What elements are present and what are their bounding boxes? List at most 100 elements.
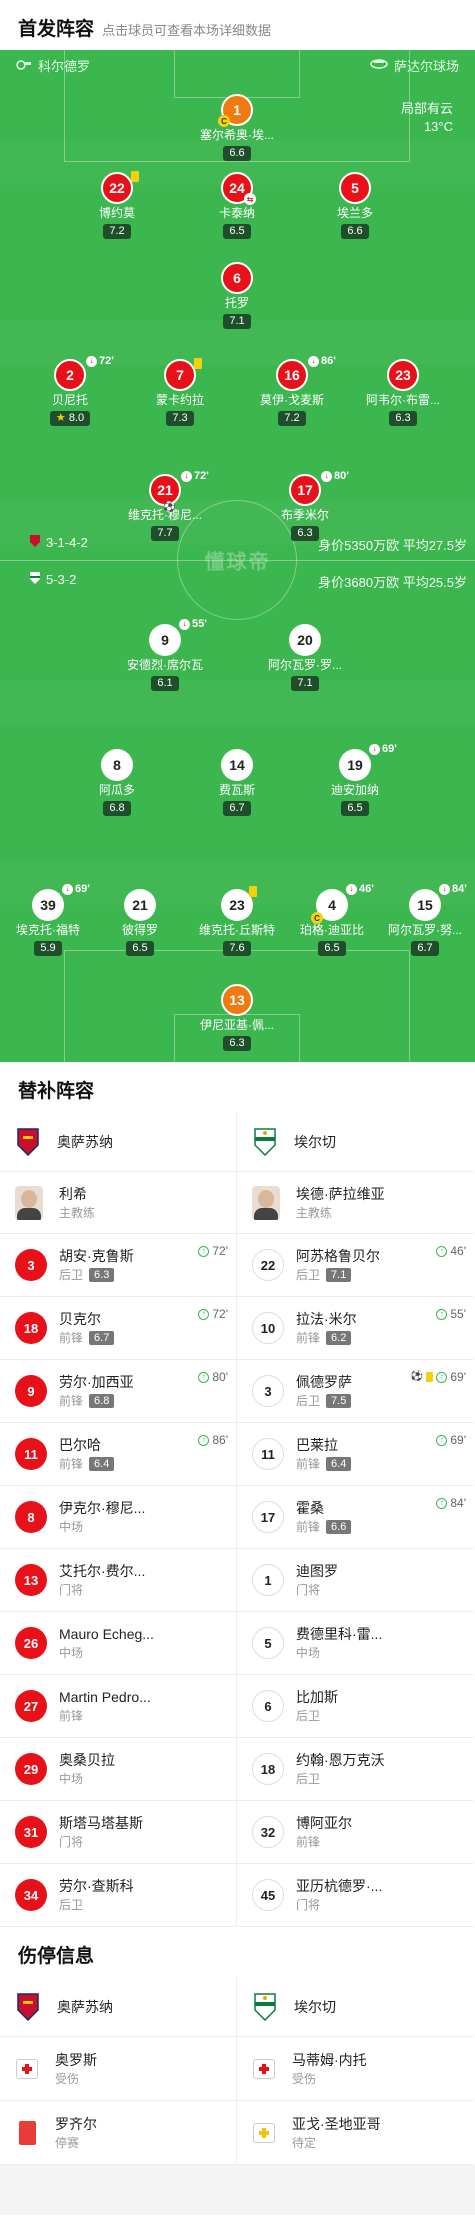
injury-icon [15, 2120, 39, 2145]
sub-player-row[interactable]: 31 斯塔马塔基斯 门将 [0, 1801, 236, 1864]
sub-player-row[interactable]: 8 伊克尔·穆尼... 中场 [0, 1486, 236, 1549]
injured-player-name: 马蒂姆·内托 [292, 2051, 367, 2068]
sub-player-row[interactable]: 1 迪图罗 门将 [237, 1549, 474, 1612]
sub-player-row[interactable]: 34 劳尔·查斯科 后卫 [0, 1864, 236, 1927]
pitch-player[interactable]: 13 伊尼亚基·佩... 6.3 [187, 984, 287, 1051]
home-team-row[interactable]: 奥萨苏纳 [0, 1977, 236, 2037]
sub-player-name: 亚历杭德罗·... [296, 1878, 383, 1894]
pitch-player[interactable]: 19 ↓ 69' 迪安加纳 6.5 [305, 743, 405, 816]
sub-player-row[interactable]: 10 拉法·米尔 前锋 6.2 ↑ 55' [237, 1297, 474, 1360]
sub-player-name: 伊克尔·穆尼... [59, 1500, 146, 1516]
home-team-row[interactable]: 奥萨苏纳 [0, 1112, 236, 1172]
sub-player-row[interactable]: 26 Mauro Echeg... 中场 [0, 1612, 236, 1675]
injury-row[interactable]: 奥罗斯 受伤 [0, 2037, 236, 2101]
elche-mini-crest-icon [30, 572, 40, 587]
pitch-player[interactable]: 21 ↓ 72' ⚽ 维克托·穆尼... 7.7 [115, 470, 215, 541]
sub-player-meta: 中场 [296, 1645, 404, 1661]
sub-position: 后卫 [296, 1394, 321, 1408]
pitch-player[interactable]: 7 蒙卡约拉 7.3 [130, 358, 230, 426]
pitch-player[interactable]: 5 埃兰多 6.6 [305, 172, 405, 239]
pitch-player[interactable]: 14 费瓦斯 6.7 [187, 749, 287, 816]
sub-player-row[interactable]: 18 约翰·恩万克沃 后卫 [237, 1738, 474, 1801]
sub-player-row[interactable]: 13 艾托尔·费尔... 门将 [0, 1549, 236, 1612]
sub-player-row[interactable]: 9 劳尔·加西亚 前锋 6.8 ↑ 80' [0, 1360, 236, 1423]
elche-crest-icon [252, 1127, 278, 1157]
sub-on-icon: ↑ [198, 1245, 210, 1257]
sub-position: 后卫 [296, 1268, 321, 1282]
sub-player-row[interactable]: 3 佩德罗萨 后卫 7.5 ⚽ ↑ 69' [237, 1360, 474, 1423]
red-card-icon [18, 2120, 36, 2145]
injury-status: 受伤 [55, 2071, 80, 2086]
medical-kit-icon [253, 2122, 275, 2143]
sub-player-row[interactable]: 29 奥桑贝拉 中场 [0, 1738, 236, 1801]
sub-player-row[interactable]: 17 霍桑 前锋 6.6 ↑ 84' [237, 1486, 474, 1549]
sub-player-row[interactable]: 5 费德里科·雷... 中场 [237, 1612, 474, 1675]
sub-player-row[interactable]: 6 比加斯 后卫 [237, 1675, 474, 1738]
player-rating: 6.3 [291, 526, 319, 541]
sub-player-row[interactable]: 11 巴尔哈 前锋 6.4 ↑ 86' [0, 1423, 236, 1486]
sub-off-icon: ↓ [439, 883, 450, 895]
injury-icon [252, 2057, 276, 2081]
sub-player-row[interactable]: 32 博阿亚尔 前锋 [237, 1801, 474, 1864]
sub-player-meta: 后卫 [296, 1708, 404, 1724]
pitch-player[interactable]: 2 ↓ 72' 贝尼托 ★ 8.0 [20, 355, 120, 426]
sub-player-row[interactable]: 27 Martin Pedro... 前锋 [0, 1675, 236, 1738]
away-team-row[interactable]: 埃尔切 [237, 1112, 474, 1172]
pitch-player[interactable]: 4 ↓ 46' C 珀格·迪亚比 6.5 [282, 883, 382, 956]
injury-row[interactable]: 亚戈·圣地亚哥 待定 [237, 2101, 474, 2165]
sub-on-event: ↑ 55' [436, 1307, 466, 1321]
sub-rating: 6.4 [326, 1457, 352, 1471]
home-team-name: 科尔德罗 [38, 59, 91, 74]
player-number-badge: 21 ↓ 72' ⚽ [149, 470, 209, 513]
pitch-player[interactable]: 6 托罗 7.1 [187, 262, 287, 329]
pitch-player[interactable]: 1 C 塞尔希奥·埃... 6.6 [187, 94, 287, 161]
injury-icon [252, 2121, 276, 2145]
sub-number-badge: 6 [252, 1690, 284, 1722]
away-coach-row[interactable]: 埃德·萨拉维亚 主教练 [237, 1172, 474, 1234]
pitch-player[interactable]: 23 维克托·丘斯特 7.6 [187, 886, 287, 956]
player-name: 莫伊·戈麦斯 [260, 393, 324, 407]
sub-number-badge: 32 [252, 1816, 284, 1848]
sub-player-meta: 前锋 6.4 [296, 1456, 404, 1472]
player-number: 4 [328, 897, 336, 913]
sub-player-meta: 门将 [59, 1582, 167, 1598]
pitch-player[interactable]: 8 阿瓜多 6.8 [67, 749, 167, 816]
player-name: 贝尼托 [51, 393, 88, 407]
sub-position: 中场 [59, 1772, 84, 1786]
dongqiudi-watermark: 懂球帝 [204, 551, 271, 574]
home-coach-row[interactable]: 利希 主教练 [0, 1172, 236, 1234]
pitch-player[interactable]: 22 博约莫 7.2 [67, 171, 167, 239]
player-name: 卡泰纳 [218, 206, 255, 220]
osasuna-crest-icon [15, 1127, 41, 1157]
sub-on-icon: ↑ [436, 1497, 448, 1509]
medical-kit-icon [16, 2058, 38, 2079]
pitch-player[interactable]: 17 ↓ 80' 布季米尔 6.3 [255, 470, 355, 541]
pitch-player[interactable]: 39 ↓ 69' 埃克托·福特 5.9 [0, 883, 98, 956]
pitch-player[interactable]: 16 ↓ 86' 莫伊·戈麦斯 7.2 [242, 355, 342, 426]
pitch-player[interactable]: 9 ↓ 55' 安德烈·席尔瓦 6.1 [115, 618, 215, 691]
sub-player-name: 奥桑贝拉 [59, 1752, 115, 1768]
away-team-row[interactable]: 埃尔切 [237, 1977, 474, 2037]
sub-number-badge: 9 [15, 1375, 47, 1407]
player-rating: 6.5 [223, 224, 251, 239]
pitch-player[interactable]: 21 彼得罗 6.5 [90, 889, 190, 956]
pitch-player[interactable]: 23 阿韦尔·布雷... 6.3 [353, 359, 453, 426]
injury-row[interactable]: 马蒂姆·内托 受伤 [237, 2037, 474, 2101]
pitch-player[interactable]: 20 阿尔瓦罗·罗... 7.1 [255, 624, 355, 691]
pitch-player[interactable]: 24 ⇆ 卡泰纳 6.5 [187, 172, 287, 239]
pitch-player[interactable]: 15 ↓ 84' 阿尔瓦罗·努... 6.7 [375, 883, 475, 956]
sub-player-row[interactable]: 11 巴莱拉 前锋 6.4 ↑ 69' [237, 1423, 474, 1486]
injury-icon [15, 2057, 39, 2081]
player-rating: 6.6 [223, 146, 251, 161]
sub-number-badge: 3 [15, 1249, 47, 1281]
injury-row[interactable]: 罗齐尔 停赛 [0, 2101, 236, 2165]
sub-player-row[interactable]: 22 阿苏格鲁贝尔 后卫 7.1 ↑ 46' [237, 1234, 474, 1297]
away-injuries-list: 马蒂姆·内托 受伤 亚戈·圣地亚哥 待定 [237, 2037, 474, 2165]
player-number-badge: 8 [101, 749, 133, 781]
sub-off-badge: ↓ 69' [62, 883, 90, 895]
sub-on-event: ↑ 69' [436, 1433, 466, 1447]
sub-player-row[interactable]: 3 胡安·克鲁斯 后卫 6.3 ↑ 72' [0, 1234, 236, 1297]
player-rating: 6.6 [341, 224, 369, 239]
sub-player-row[interactable]: 18 贝克尔 前锋 6.7 ↑ 72' [0, 1297, 236, 1360]
sub-player-row[interactable]: 45 亚历杭德罗·... 门将 [237, 1864, 474, 1927]
